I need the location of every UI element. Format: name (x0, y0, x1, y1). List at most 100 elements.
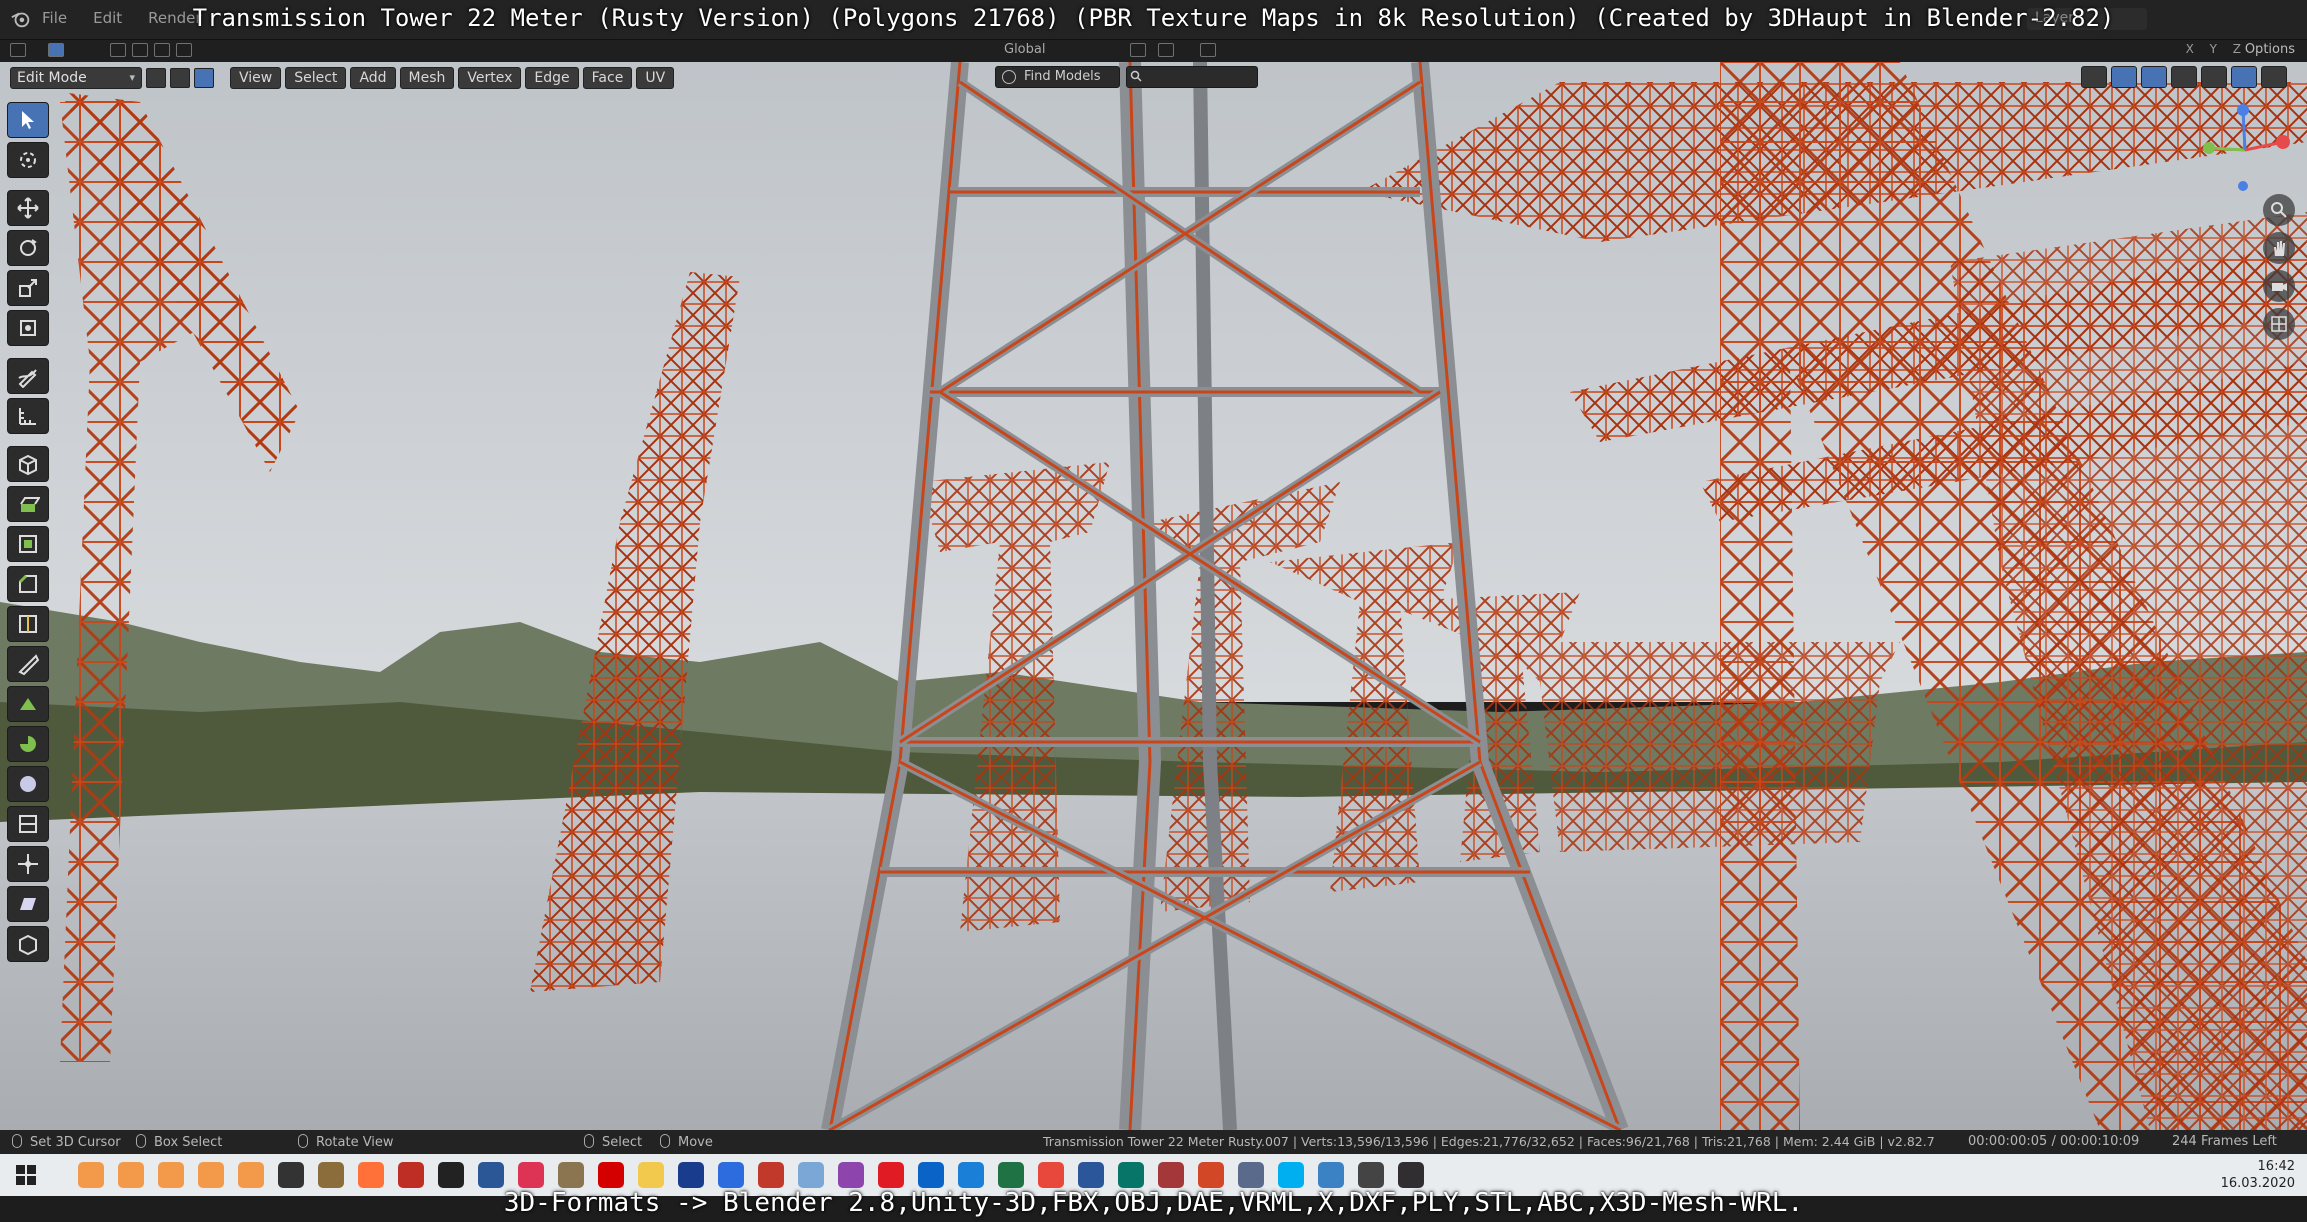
word-icon[interactable] (1078, 1162, 1104, 1188)
edge-menu[interactable]: Edge (525, 67, 579, 89)
wireframe-shading-button[interactable] (2171, 66, 2197, 88)
mode-select[interactable]: Edit Mode ▾ (10, 67, 142, 89)
scissors-icon[interactable] (758, 1162, 784, 1188)
xnview-icon[interactable] (678, 1162, 704, 1188)
mesh-menu[interactable]: Mesh (399, 67, 455, 89)
tool-icon[interactable] (1238, 1162, 1264, 1188)
firefox-icon[interactable] (358, 1162, 384, 1188)
pan-button[interactable] (2263, 232, 2295, 264)
vivaldi-icon[interactable] (1038, 1162, 1064, 1188)
view-menu[interactable]: View (230, 67, 282, 89)
mirror-axes[interactable]: X Y Z (2186, 42, 2247, 56)
editor-type-icon[interactable] (10, 43, 26, 57)
gizmo-toggle-button[interactable] (2111, 66, 2137, 88)
maps-icon[interactable] (838, 1162, 864, 1188)
blender-logo-icon[interactable] (10, 8, 32, 30)
material-preview-button[interactable] (2231, 66, 2257, 88)
uv-menu[interactable]: UV (636, 67, 675, 89)
find-models-dropdown[interactable]: Find Models (995, 66, 1120, 88)
edge-icon[interactable] (958, 1162, 984, 1188)
tool-transform[interactable] (7, 310, 49, 346)
tool-poly-build[interactable] (7, 686, 49, 722)
publisher-icon[interactable] (1118, 1162, 1144, 1188)
rendered-shading-button[interactable] (2261, 66, 2287, 88)
tool-scale[interactable] (7, 270, 49, 306)
outlook-icon[interactable] (918, 1162, 944, 1188)
face-select-mode-button[interactable] (194, 68, 214, 88)
vertex-select-mode-button[interactable] (146, 68, 166, 88)
add-menu[interactable]: Add (350, 67, 396, 89)
select-mode-invert-icon[interactable] (176, 43, 192, 57)
zoom-button[interactable] (2263, 194, 2295, 226)
tool-loop-cut[interactable] (7, 606, 49, 642)
navigation-gizmo[interactable] (2195, 100, 2295, 200)
unity-hub-icon[interactable] (1358, 1162, 1384, 1188)
tweak-icon[interactable] (48, 43, 64, 57)
tool-move[interactable] (7, 190, 49, 226)
tool-cursor[interactable] (7, 142, 49, 178)
proportional-edit-icon[interactable] (1200, 43, 1216, 57)
tool-smooth[interactable] (7, 766, 49, 802)
tool-add-cube[interactable] (7, 446, 49, 482)
3d-viewport[interactable] (0, 62, 2307, 1130)
tool-select-box[interactable] (7, 102, 49, 138)
tool-shear[interactable] (7, 886, 49, 922)
tool-edge-slide[interactable] (7, 806, 49, 842)
obs-icon[interactable] (1398, 1162, 1424, 1188)
snap-icon[interactable] (1158, 43, 1174, 57)
tool-measure[interactable] (7, 398, 49, 434)
windows-start-icon[interactable] (16, 1165, 36, 1185)
tool-inset[interactable] (7, 526, 49, 562)
terminal-icon[interactable] (438, 1162, 464, 1188)
tool-bevel[interactable] (7, 566, 49, 602)
save-icon[interactable] (478, 1162, 504, 1188)
notepad-icon[interactable] (798, 1162, 824, 1188)
transform-orientation[interactable]: Global (1004, 42, 1045, 57)
pen-icon[interactable] (1318, 1162, 1344, 1188)
solid-shading-button[interactable] (2201, 66, 2227, 88)
access-icon[interactable] (1158, 1162, 1184, 1188)
chart-icon[interactable] (718, 1162, 744, 1188)
acrobat-icon[interactable] (598, 1162, 624, 1188)
blender-icon[interactable] (198, 1162, 224, 1188)
paint-icon[interactable] (518, 1162, 544, 1188)
select-mode-new-icon[interactable] (110, 43, 126, 57)
explorer-icon[interactable] (638, 1162, 664, 1188)
xray-toggle-button[interactable] (2141, 66, 2167, 88)
tool-rotate[interactable] (7, 230, 49, 266)
overlay-toggle-button[interactable] (2081, 66, 2107, 88)
system-clock[interactable]: 16:42 16.03.2020 (2221, 1158, 2295, 1192)
blender-icon[interactable] (118, 1162, 144, 1188)
tool-rip[interactable] (7, 926, 49, 962)
search-input[interactable] (1126, 66, 1258, 88)
tool-spin[interactable] (7, 726, 49, 762)
options-menu[interactable]: Options (2245, 42, 2295, 57)
excel-icon[interactable] (998, 1162, 1024, 1188)
tool-extrude[interactable] (7, 486, 49, 522)
blender-icon[interactable] (238, 1162, 264, 1188)
vertex-menu[interactable]: Vertex (458, 67, 522, 89)
face-menu[interactable]: Face (582, 67, 633, 89)
edge-select-mode-button[interactable] (170, 68, 190, 88)
select-mode-extend-icon[interactable] (132, 43, 148, 57)
filezilla-icon[interactable] (398, 1162, 424, 1188)
powerpoint-icon[interactable] (1198, 1162, 1224, 1188)
folder-tool-icon[interactable] (318, 1162, 344, 1188)
pivot-icon[interactable] (1130, 43, 1146, 57)
gimp-icon[interactable] (558, 1162, 584, 1188)
opera-icon[interactable] (878, 1162, 904, 1188)
menu-edit[interactable]: Edit (93, 9, 122, 27)
ortho-toggle-button[interactable] (2263, 308, 2295, 340)
tool-knife[interactable] (7, 646, 49, 682)
menu-file[interactable]: File (42, 9, 67, 27)
blender-icon[interactable] (158, 1162, 184, 1188)
camera-view-button[interactable] (2263, 270, 2295, 302)
menu-render[interactable]: Render (148, 9, 201, 27)
blender-icon[interactable] (78, 1162, 104, 1188)
viewport-scene[interactable] (0, 62, 2307, 1130)
select-menu[interactable]: Select (285, 67, 347, 89)
tool-annotate[interactable] (7, 358, 49, 394)
tool-shrink-fatten[interactable] (7, 846, 49, 882)
skype-icon[interactable] (1278, 1162, 1304, 1188)
select-mode-subtract-icon[interactable] (154, 43, 170, 57)
